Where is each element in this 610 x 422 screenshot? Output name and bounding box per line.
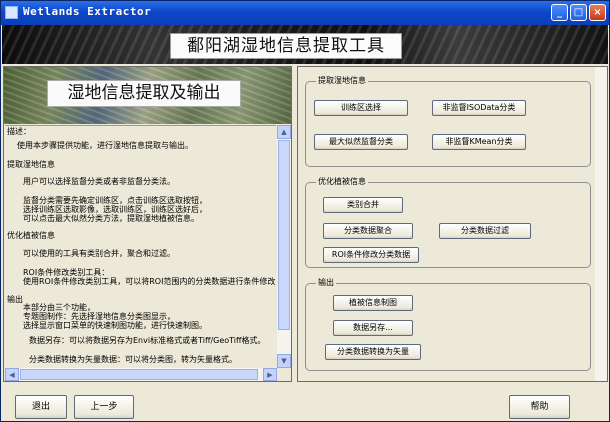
kmeans-classify-button[interactable]: 非监督KMean分类 [432,134,526,150]
arrow-down-icon[interactable]: ▼ [277,354,291,368]
minimize-button[interactable]: _ [551,4,568,21]
maximize-button[interactable]: □ [570,4,587,21]
text-line: 提取湿地信息 [7,160,55,169]
text-line: 输出 [7,295,23,304]
app-icon [5,6,18,19]
group-title: 输出 [316,277,336,289]
optimize-group: 优化植被信息 类别合并 分类数据聚合 分类数据过滤 ROI条件修改分类数据 [305,176,591,268]
text-line: 描述： [7,127,31,136]
text-line: 使用ROI条件修改类别工具，可以将ROI范围内的分类数据进行条件修改 [23,277,276,286]
description-panel: 湿地信息提取及输出 描述： 使用本步骤提供功能，进行湿地信息提取与输出。 提取湿… [3,66,292,382]
text-line: 数据另存：可以将数据另存为Envi标准格式或者Tiff/GeoTiff格式。 [29,336,266,345]
text-line: 分类数据转换为矢量数据：可以将分类图，转为矢量格式。 [29,355,237,364]
roi-modify-button[interactable]: ROI条件修改分类数据 [323,247,419,263]
title-bar[interactable]: Wetlands Extractor _ □ × [1,1,609,25]
exit-button[interactable]: 退出 [15,395,67,419]
banner-title: 鄱阳湖湿地信息提取工具 [170,33,402,59]
arrow-right-icon[interactable]: ▶ [263,368,277,381]
to-vector-button[interactable]: 分类数据转换为矢量 [325,344,421,360]
text-line: 可以点击最大似然分类方法，提取湿地植被信息。 [23,214,199,223]
extract-group: 提取湿地信息 训练区选择 非监督ISOData分类 最大似然监督分类 非监督KM… [305,75,591,167]
app-window: Wetlands Extractor _ □ × 鄱阳湖湿地信息提取工具 湿地信… [0,0,610,422]
group-title: 优化植被信息 [316,176,368,188]
scroll-thumb[interactable] [278,140,290,330]
save-as-button[interactable]: 数据另存... [333,320,413,336]
maximum-likelihood-button[interactable]: 最大似然监督分类 [314,134,408,150]
text-line: 选择显示窗口菜单的快速制图功能，进行快速制图。 [23,321,207,330]
satellite-image: 湿地信息提取及输出 [4,67,291,124]
class-aggregate-button[interactable]: 分类数据聚合 [323,223,413,239]
scroll-thumb[interactable] [20,369,258,380]
help-button[interactable]: 帮助 [509,395,570,419]
arrow-up-icon[interactable]: ▲ [277,125,291,139]
class-filter-button[interactable]: 分类数据过滤 [439,223,531,239]
description-text[interactable]: 描述： 使用本步骤提供功能，进行湿地信息提取与输出。 提取湿地信息 用户可以选择… [5,125,276,369]
close-button[interactable]: × [589,4,606,21]
vertical-scrollbar[interactable] [595,67,607,381]
horizontal-scrollbar[interactable]: ◀ ▶ [5,368,277,381]
text-line: 可以使用的工具有类别合并，聚合和过滤。 [23,249,175,258]
tools-panel: 提取湿地信息 训练区选择 非监督ISOData分类 最大似然监督分类 非监督KM… [297,66,608,382]
previous-step-button[interactable]: 上一步 [74,395,134,419]
vertical-scrollbar[interactable]: ▲ ▼ [277,125,291,368]
header-banner: 鄱阳湖湿地信息提取工具 [2,25,608,64]
text-line: 优化植被信息 [7,231,55,240]
vegetation-map-button[interactable]: 植被信息制图 [333,295,413,311]
text-line: 使用本步骤提供功能，进行湿地信息提取与输出。 [17,141,193,150]
panel-title: 湿地信息提取及输出 [47,80,241,107]
isodata-classify-button[interactable]: 非监督ISOData分类 [432,100,526,116]
arrow-left-icon[interactable]: ◀ [5,368,19,381]
output-group: 输出 植被信息制图 数据另存... 分类数据转换为矢量 [305,277,591,371]
class-merge-button[interactable]: 类别合并 [323,197,403,213]
window-title: Wetlands Extractor [23,5,152,18]
text-line: 用户可以选择监督分类或者非监督分类法。 [23,177,175,186]
group-title: 提取湿地信息 [316,75,368,87]
training-area-button[interactable]: 训练区选择 [314,100,408,116]
